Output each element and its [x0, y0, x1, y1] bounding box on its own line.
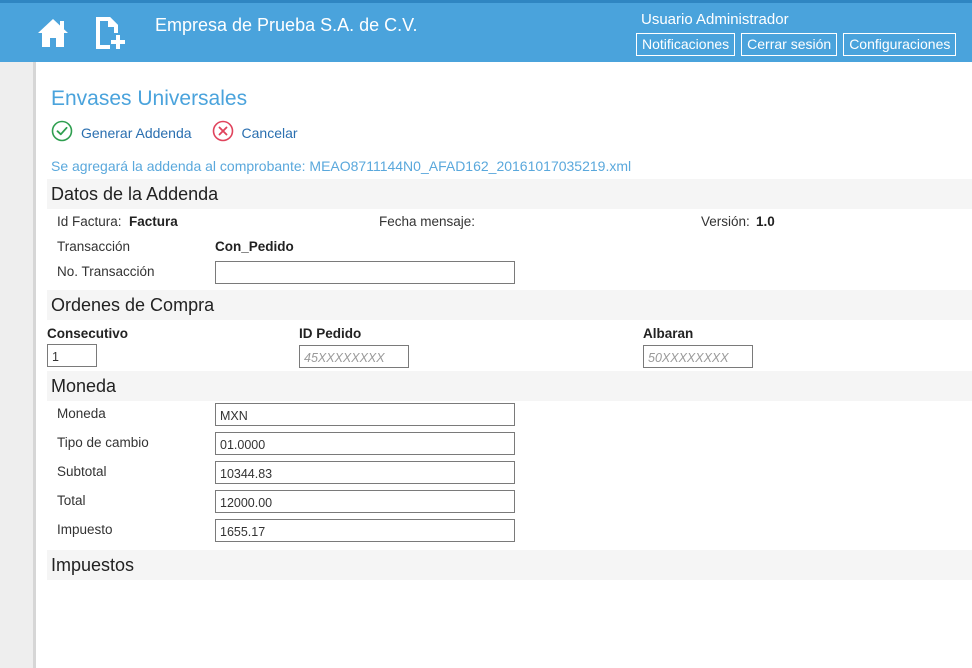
transaccion-value: Con_Pedido — [215, 239, 294, 254]
total-label: Total — [57, 493, 86, 508]
tipo-cambio-label: Tipo de cambio — [57, 435, 149, 450]
section-datos-addenda: Datos de la Addenda — [47, 179, 972, 209]
generate-addenda-label: Generar Addenda — [81, 124, 192, 141]
id-pedido-header: ID Pedido — [299, 326, 362, 341]
id-factura-label: Id Factura: — [57, 214, 122, 229]
subtotal-label: Subtotal — [57, 464, 107, 479]
check-circle-icon — [51, 120, 73, 145]
no-transaccion-input[interactable] — [215, 261, 515, 284]
new-document-icon[interactable] — [92, 15, 128, 56]
user-name: Usuario Administrador — [641, 11, 789, 28]
action-bar: Generar Addenda Cancelar — [51, 120, 318, 145]
notifications-link[interactable]: Notificaciones — [636, 33, 736, 56]
total-input[interactable] — [215, 490, 515, 513]
consecutivo-input[interactable] — [47, 344, 97, 367]
top-bar: Empresa de Prueba S.A. de C.V. Usuario A… — [0, 0, 972, 62]
impuesto-input[interactable] — [215, 519, 515, 542]
moneda-label: Moneda — [57, 406, 106, 421]
section-moneda: Moneda — [47, 371, 972, 401]
company-name: Empresa de Prueba S.A. de C.V. — [155, 15, 418, 35]
no-transaccion-label: No. Transacción — [57, 264, 155, 279]
addenda-notice: Se agregará la addenda al comprobante: M… — [51, 158, 632, 174]
logout-link[interactable]: Cerrar sesión — [741, 33, 838, 56]
albaran-input[interactable] — [643, 345, 753, 368]
impuesto-label: Impuesto — [57, 522, 113, 537]
id-pedido-input[interactable] — [299, 345, 409, 368]
albaran-header: Albaran — [643, 326, 694, 341]
section-impuestos: Impuestos — [47, 550, 972, 580]
moneda-input[interactable] — [215, 403, 515, 426]
top-links: Notificaciones Cerrar sesión Configuraci… — [636, 33, 957, 56]
page-title: Envases Universales — [51, 87, 248, 110]
cancel-label: Cancelar — [241, 124, 298, 141]
tipo-cambio-input[interactable] — [215, 432, 515, 455]
settings-link[interactable]: Configuraciones — [843, 33, 957, 56]
left-sidebar — [0, 62, 36, 668]
fecha-mensaje-label: Fecha mensaje: — [379, 214, 476, 229]
section-ordenes-compra: Ordenes de Compra — [47, 290, 972, 320]
subtotal-input[interactable] — [215, 461, 515, 484]
cancel-button[interactable]: Cancelar — [212, 120, 298, 145]
home-icon[interactable] — [36, 17, 70, 54]
id-factura-value: Factura — [129, 214, 178, 229]
version-value: 1.0 — [756, 214, 775, 229]
generate-addenda-button[interactable]: Generar Addenda — [51, 120, 192, 145]
version-label: Versión: — [701, 214, 750, 229]
transaccion-label: Transacción — [57, 239, 131, 254]
consecutivo-header: Consecutivo — [47, 326, 129, 341]
cancel-circle-icon — [212, 120, 234, 145]
